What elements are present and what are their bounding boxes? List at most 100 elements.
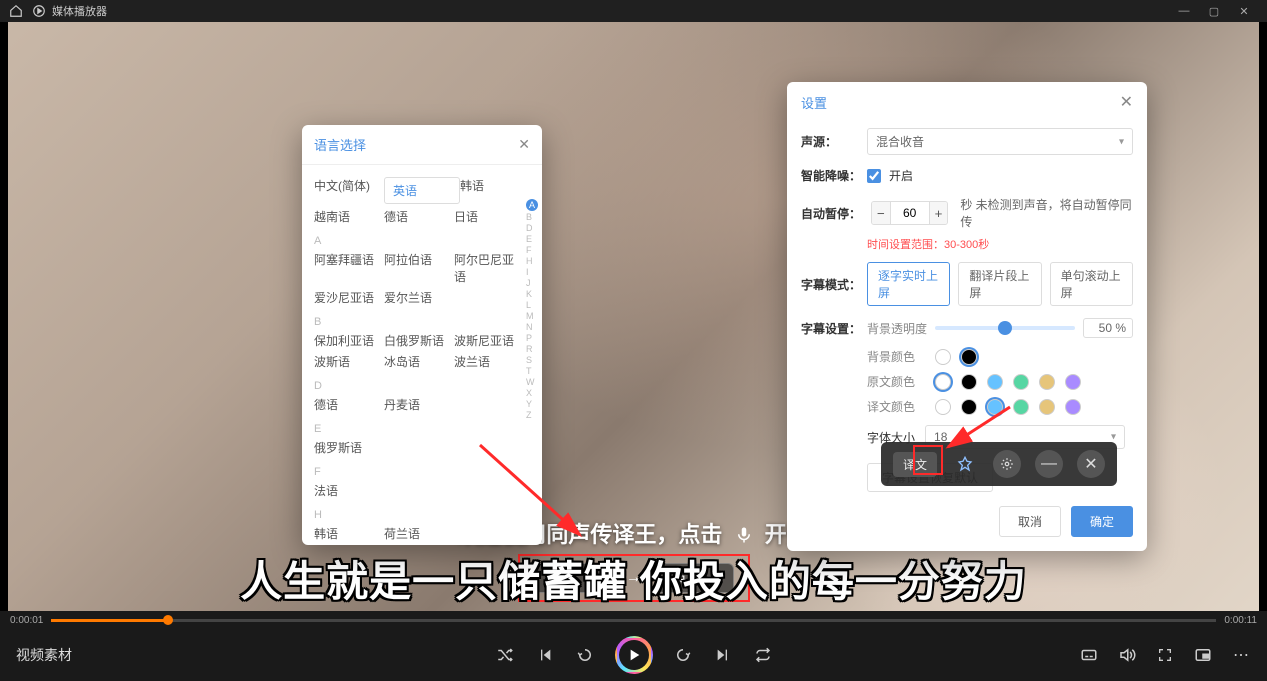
language-option [454, 439, 524, 456]
next-button[interactable] [713, 645, 733, 665]
lang-popup-close-button[interactable]: ✕ [518, 136, 530, 153]
opacity-slider[interactable] [935, 326, 1075, 330]
language-option[interactable]: 越南语 [314, 208, 384, 225]
nr-on-text: 开启 [889, 167, 913, 184]
ok-button[interactable]: 确定 [1071, 506, 1133, 537]
alpha-letter[interactable]: J [526, 278, 538, 288]
alpha-letter[interactable]: K [526, 289, 538, 299]
alpha-letter[interactable]: L [526, 300, 538, 310]
title-bar: 媒体播放器 — ▢ ✕ [0, 0, 1267, 22]
language-option[interactable]: 冰岛语 [384, 353, 454, 370]
gear-icon[interactable] [993, 450, 1021, 478]
language-option[interactable]: 爱尔兰语 [384, 289, 454, 306]
alpha-letter[interactable]: T [526, 366, 538, 376]
minimize-icon[interactable]: — [1035, 450, 1063, 478]
seek-slider[interactable] [51, 619, 1216, 622]
language-option[interactable]: 阿塞拜疆语 [314, 251, 384, 285]
language-option[interactable]: 白俄罗斯语 [384, 332, 454, 349]
alpha-letter[interactable]: D [526, 223, 538, 233]
language-option[interactable]: 丹麦语 [384, 396, 454, 413]
alpha-letter[interactable]: S [526, 355, 538, 365]
nr-checkbox[interactable] [867, 169, 881, 183]
alpha-letter[interactable]: Z [526, 410, 538, 420]
translate-label[interactable]: 译文 [893, 452, 937, 477]
play-button[interactable] [615, 636, 653, 674]
alpha-letter[interactable]: F [526, 245, 538, 255]
color-swatch[interactable] [987, 374, 1003, 390]
color-swatch[interactable] [1065, 399, 1081, 415]
language-option[interactable]: 爱沙尼亚语 [314, 289, 384, 306]
prev-button[interactable] [535, 645, 555, 665]
alpha-letter[interactable]: W [526, 377, 538, 387]
fullscreen-button[interactable] [1155, 645, 1175, 665]
alpha-letter[interactable]: A [526, 199, 538, 211]
color-swatch[interactable] [1013, 399, 1029, 415]
language-option[interactable]: 韩语 [314, 525, 384, 542]
maximize-button[interactable]: ▢ [1199, 0, 1229, 22]
subtitle-mode-option[interactable]: 翻译片段上屏 [958, 262, 1041, 306]
subtitle-mode-option[interactable]: 逐字实时上屏 [867, 262, 950, 306]
close-icon[interactable]: ✕ [1077, 450, 1105, 478]
forward-button[interactable] [673, 645, 693, 665]
rewind-button[interactable] [575, 645, 595, 665]
language-option[interactable]: 阿尔巴尼亚语 [454, 251, 524, 285]
color-swatch[interactable] [961, 399, 977, 415]
language-option[interactable]: 波兰语 [454, 353, 524, 370]
minimize-button[interactable]: — [1169, 0, 1199, 22]
color-swatch[interactable] [961, 374, 977, 390]
color-swatch[interactable] [1013, 374, 1029, 390]
color-swatch[interactable] [1039, 399, 1055, 415]
pip-button[interactable] [1193, 645, 1213, 665]
language-option[interactable]: 日语 [454, 208, 524, 225]
color-swatch[interactable] [1065, 374, 1081, 390]
alpha-letter[interactable]: E [526, 234, 538, 244]
pause-plus-button[interactable]: + [930, 202, 948, 224]
shuffle-button[interactable] [495, 645, 515, 665]
language-option[interactable]: 波斯尼亚语 [454, 332, 524, 349]
source-select[interactable]: 混合收音 ▾ [867, 128, 1133, 155]
pause-input[interactable] [890, 202, 930, 224]
alpha-letter[interactable]: I [526, 267, 538, 277]
language-option[interactable]: 法语 [314, 482, 384, 499]
language-option[interactable]: 保加利亚语 [314, 332, 384, 349]
alpha-letter[interactable]: R [526, 344, 538, 354]
color-swatch[interactable] [935, 399, 951, 415]
alpha-letter[interactable]: M [526, 311, 538, 321]
section-letter: B [314, 316, 530, 328]
pause-minus-button[interactable]: − [872, 202, 890, 224]
language-option[interactable]: 中文(简体) [314, 177, 384, 204]
settings-close-button[interactable]: ✕ [1120, 92, 1133, 112]
language-option[interactable]: 德语 [384, 208, 454, 225]
language-option[interactable]: 德语 [314, 396, 384, 413]
alphabet-index[interactable]: ABDEFHIJKLMNPRSTWXYZ [526, 199, 538, 420]
language-option[interactable]: 波斯语 [314, 353, 384, 370]
language-option[interactable]: 阿拉伯语 [384, 251, 454, 285]
repeat-button[interactable] [753, 645, 773, 665]
language-option[interactable]: 韩语 [460, 177, 530, 204]
color-swatch[interactable] [935, 374, 951, 390]
subtitle-button[interactable] [1079, 645, 1099, 665]
language-option [384, 482, 454, 499]
alpha-letter[interactable]: H [526, 256, 538, 266]
alpha-letter[interactable]: Y [526, 399, 538, 409]
language-option[interactable]: 荷兰语 [384, 525, 454, 542]
more-button[interactable]: ⋯ [1231, 645, 1251, 665]
opacity-value: 50 % [1083, 318, 1133, 338]
close-button[interactable]: ✕ [1229, 0, 1259, 22]
alpha-letter[interactable]: B [526, 212, 538, 222]
volume-button[interactable] [1117, 645, 1137, 665]
color-swatch[interactable] [935, 349, 951, 365]
color-swatch[interactable] [987, 399, 1003, 415]
pin-icon[interactable] [951, 450, 979, 478]
alpha-letter[interactable]: X [526, 388, 538, 398]
language-option[interactable]: 英语 [384, 177, 460, 204]
subtitle-mode-option[interactable]: 单句滚动上屏 [1050, 262, 1133, 306]
alpha-letter[interactable]: N [526, 322, 538, 332]
home-button[interactable] [8, 3, 24, 19]
alpha-letter[interactable]: P [526, 333, 538, 343]
color-swatch[interactable] [1039, 374, 1055, 390]
cancel-button[interactable]: 取消 [999, 506, 1061, 537]
video-subtitle: 人生就是一只储蓄罐 你投入的每一分努力 [0, 548, 1267, 609]
language-option[interactable]: 俄罗斯语 [314, 439, 384, 456]
color-swatch[interactable] [961, 349, 977, 365]
